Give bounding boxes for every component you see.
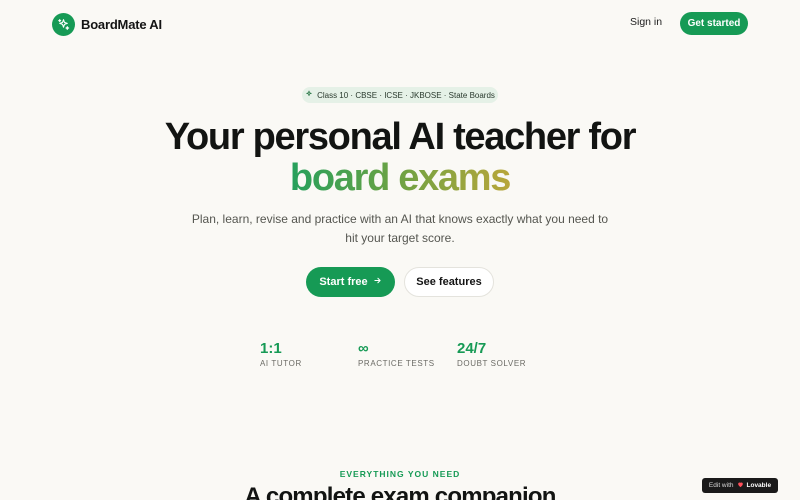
stat-value: 24/7 [457,340,487,357]
see-features-button[interactable]: See features [404,267,494,297]
boards-badge: Class 10 · CBSE · ICSE · JKBOSE · State … [302,87,498,103]
badge-text: Class 10 · CBSE · ICSE · JKBOSE · State … [317,90,495,100]
stat-practice-tests: ∞ PRACTICE TESTS [358,340,435,368]
hero-title: Your personal AI teacher for [164,116,637,158]
start-free-label: Start free [319,276,368,288]
arrow-right-icon [373,276,382,288]
stat-label: PRACTICE TESTS [358,359,435,368]
stat-label: DOUBT SOLVER [457,359,527,368]
sparkle-icon [305,90,313,100]
stat-label: AI TUTOR [260,359,302,368]
stat-value: ∞ [358,340,369,357]
sign-in-link[interactable]: Sign in [630,16,662,28]
sparkle-logo-icon [52,12,75,36]
start-free-button[interactable]: Start free [306,267,395,297]
get-started-button[interactable]: Get started [680,12,748,35]
site-header: BoardMate AI Sign in Get started [0,0,800,48]
stat-doubt-solver: 24/7 DOUBT SOLVER [457,340,526,368]
section-eyebrow: EVERYTHING YOU NEED [339,469,461,479]
stat-ai-tutor: 1:1 AI TUTOR [260,340,302,368]
edit-with-lovable-badge[interactable]: Edit with Lovable [702,478,778,493]
stat-value: 1:1 [260,340,282,357]
lovable-name: Lovable [746,482,772,489]
hero-subtitle: Plan, learn, revise and practice with an… [191,212,609,245]
hero-highlight-text: board exams [289,157,511,199]
hero-title-highlight: board exams [0,157,800,199]
brand-name: BoardMate AI [81,16,162,32]
section-title: A complete exam companion [244,483,556,500]
brand[interactable]: BoardMate AI [52,12,162,36]
lovable-prefix: Edit with [708,482,734,489]
heart-icon [737,481,744,490]
